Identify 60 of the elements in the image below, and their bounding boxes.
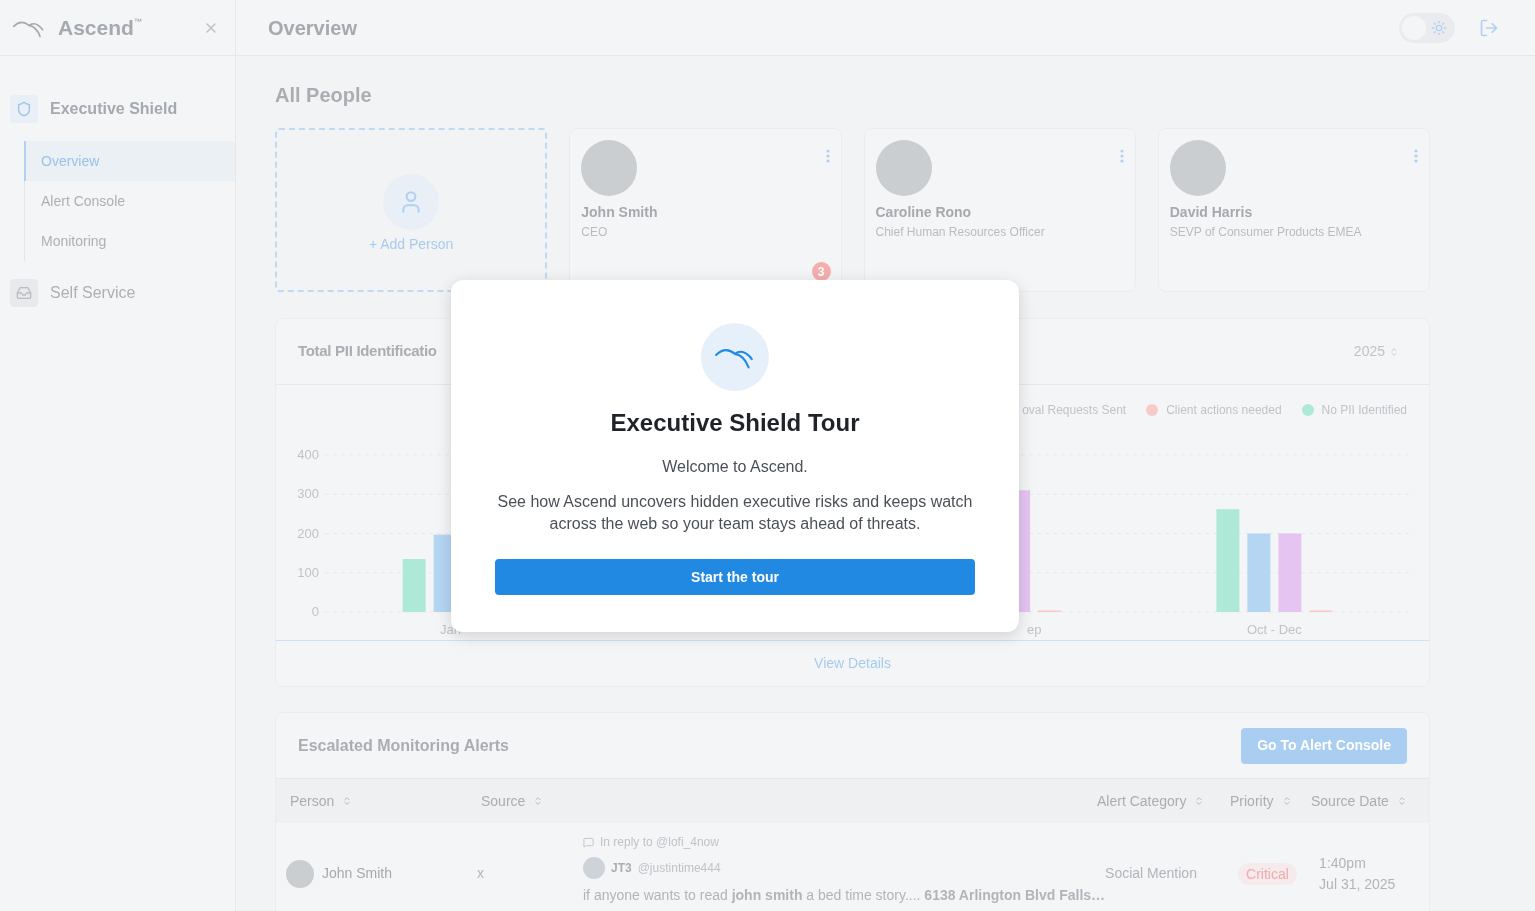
view-details-link[interactable]: View Details bbox=[814, 653, 891, 675]
avatar bbox=[583, 857, 605, 879]
shield-icon bbox=[10, 95, 38, 123]
person-name: Caroline Rono bbox=[875, 203, 973, 222]
dialog-title: Executive Shield Tour bbox=[610, 408, 860, 438]
start-tour-button[interactable]: Start the tour bbox=[495, 559, 975, 595]
person-role: SEVP of Consumer Products EMEA bbox=[1169, 224, 1363, 241]
table-cell-text: John Smith bbox=[322, 864, 393, 883]
kebab-icon bbox=[825, 149, 830, 163]
kebab-icon bbox=[1119, 149, 1124, 163]
sort-icon bbox=[1194, 796, 1205, 806]
chart-bar bbox=[1309, 610, 1333, 613]
column-header[interactable]: Alert Category bbox=[1097, 790, 1230, 812]
sort-icon bbox=[342, 796, 353, 806]
person-name: John Smith bbox=[581, 203, 659, 222]
chart-bar bbox=[402, 559, 426, 613]
kebab-icon bbox=[1414, 149, 1418, 163]
logout-button[interactable] bbox=[1479, 17, 1499, 38]
chart-bar bbox=[1038, 610, 1062, 613]
table-cell-text: Social Mention bbox=[1105, 864, 1198, 883]
theme-toggle[interactable] bbox=[1399, 12, 1455, 43]
dialog-lead: Welcome to Ascend. bbox=[662, 457, 808, 477]
sun-icon bbox=[1431, 19, 1447, 36]
sort-icon bbox=[1396, 796, 1407, 806]
column-header[interactable]: Priority bbox=[1230, 790, 1311, 812]
dialog-body: See how Ascend uncovers hidden executive risks and keeps watch across the web so your team stays ahead of threats. bbox=[496, 492, 974, 534]
add-person-link[interactable]: + Add Person bbox=[368, 233, 454, 255]
person-name: David Harris bbox=[1169, 203, 1254, 222]
logout-icon bbox=[1479, 17, 1499, 38]
inbox-icon bbox=[10, 279, 38, 307]
column-header[interactable]: Person bbox=[290, 790, 481, 812]
trademark: ™ bbox=[133, 16, 142, 28]
page-title: Overview bbox=[268, 15, 357, 41]
table-cell-text: 1:40pm bbox=[1319, 853, 1367, 873]
author-name: JT3 bbox=[611, 860, 632, 877]
nav-item[interactable]: Alert Console bbox=[24, 181, 235, 221]
column-header[interactable]: Source Date bbox=[1311, 790, 1415, 812]
sort-icon bbox=[1281, 796, 1292, 806]
alert-console-button[interactable]: Go To Alert Console bbox=[1241, 727, 1407, 764]
person-role: Chief Human Resources Officer bbox=[875, 224, 1046, 241]
person-role: CEO bbox=[581, 224, 609, 241]
column-header[interactable]: Source bbox=[481, 790, 587, 812]
sort-icon bbox=[533, 796, 544, 806]
comment-icon bbox=[583, 836, 594, 848]
nav-section[interactable]: Executive Shield bbox=[0, 92, 235, 126]
priority-badge: Critical bbox=[1238, 862, 1297, 885]
card-title: Total PII Identificatio bbox=[298, 341, 437, 362]
person-card[interactable]: David Harris SEVP of Consumer Products EMEA bbox=[1157, 128, 1430, 292]
card-title: Escalated Monitoring Alerts bbox=[298, 735, 509, 756]
person-card[interactable]: Caroline Rono Chief Human Resources Officer bbox=[863, 128, 1136, 292]
section-title: All People bbox=[275, 83, 373, 108]
sort-icon bbox=[1389, 346, 1399, 357]
nav-item[interactable]: Monitoring bbox=[24, 221, 235, 261]
brand-name: Ascend bbox=[58, 14, 134, 41]
post-text: if anyone wants to read john smith a bed time story.... 6138 Arlington Blvd Falls… bbox=[583, 886, 1106, 905]
table-cell-text: Jul 31, 2025 bbox=[1319, 874, 1397, 894]
nav-item[interactable]: Overview bbox=[24, 141, 235, 181]
avatar bbox=[286, 859, 314, 888]
nav-section[interactable]: Self Service bbox=[0, 276, 235, 310]
table-cell-text: x bbox=[477, 864, 485, 883]
